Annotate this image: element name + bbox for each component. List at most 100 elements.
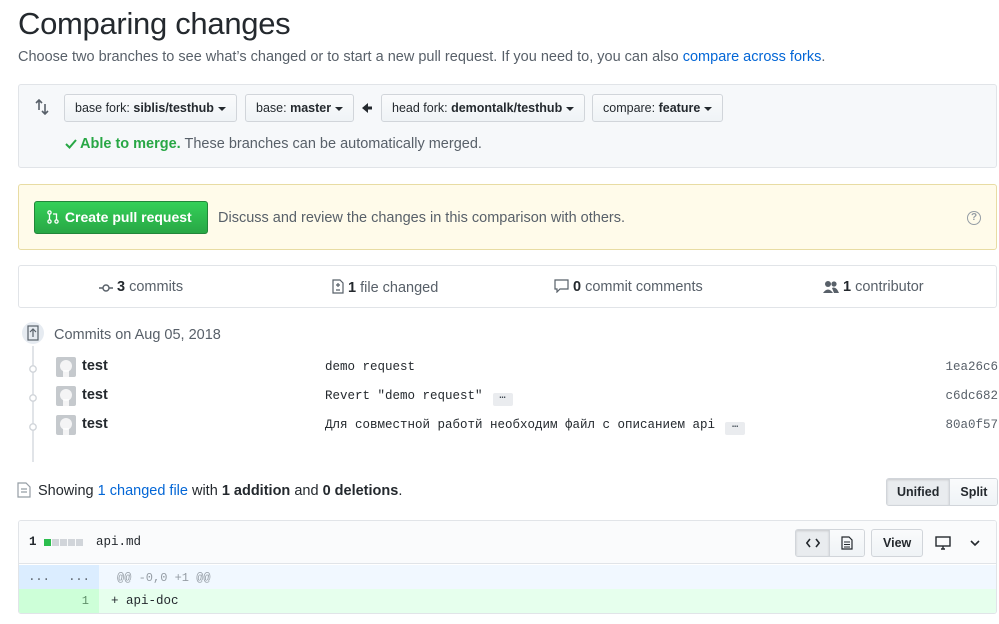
create-pull-request-button[interactable]: Create pull request xyxy=(34,201,208,234)
old-line-number xyxy=(19,589,59,613)
commit-author[interactable]: test xyxy=(82,416,108,432)
commit-message-link[interactable]: Revert "demo request" xyxy=(325,389,483,403)
create-pull-request-label: Create pull request xyxy=(64,209,192,225)
compare-across-forks-link[interactable]: compare across forks xyxy=(683,49,822,65)
files-label: file changed xyxy=(360,280,439,296)
and-text: and xyxy=(294,483,319,499)
commits-count-tab[interactable]: 3 commits xyxy=(99,279,183,295)
new-line-number[interactable]: 1 xyxy=(59,589,99,613)
changed-files-link[interactable]: 1 changed file xyxy=(98,483,188,499)
file-header: 1 api.md View xyxy=(19,521,996,564)
avatar[interactable] xyxy=(56,357,76,377)
hunk-expand-left[interactable]: ... xyxy=(19,565,59,589)
base-fork-select[interactable]: base fork: siblis/testhub xyxy=(64,94,237,122)
hunk-header: @@ -0,0 +1 @@ xyxy=(117,571,211,585)
code-icon xyxy=(805,538,820,548)
commit-sha[interactable]: 80a0f57 xyxy=(945,418,998,432)
commit-message-link[interactable]: demo request xyxy=(325,360,415,374)
head-fork-select[interactable]: head fork: demontalk/testhub xyxy=(381,94,586,122)
chevron-down-icon[interactable] xyxy=(969,537,981,549)
commit-dot-icon xyxy=(29,365,37,373)
compare-branch-select[interactable]: compare: feature xyxy=(592,94,724,122)
diffstat-neutral-block xyxy=(76,539,83,546)
hunk-header-row: ... ... @@ -0,0 +1 @@ xyxy=(19,565,996,589)
base-fork-value: siblis/testhub xyxy=(133,101,214,115)
showing-text: Showing xyxy=(38,483,94,499)
commit-author[interactable]: test xyxy=(82,358,108,374)
file-name-link[interactable]: api.md xyxy=(96,535,141,549)
subtitle-end: . xyxy=(821,49,826,65)
file-diff-icon xyxy=(332,279,344,294)
contributors-label: contributor xyxy=(855,279,924,295)
commit-message: Для совместной работй необходим файл с о… xyxy=(325,418,746,435)
arrow-left-icon xyxy=(362,103,372,113)
commit-dot-icon xyxy=(29,423,37,431)
create-pr-banner: Create pull request Discuss and review t… xyxy=(18,184,997,250)
git-pull-request-icon xyxy=(47,210,59,224)
expand-message-button[interactable]: … xyxy=(492,392,513,406)
files-changed-tab[interactable]: 1 file changed xyxy=(332,279,438,296)
file-icon xyxy=(17,482,31,498)
commit-message: Revert "demo request" … xyxy=(325,389,513,406)
view-file-button[interactable]: View xyxy=(871,529,924,557)
commit-dot-icon xyxy=(29,394,37,402)
unified-view-button[interactable]: Unified xyxy=(887,479,951,505)
file-diff: 1 api.md View ... ... @@ -0,0 +1 @@ 1 + … xyxy=(18,520,997,614)
avatar[interactable] xyxy=(56,386,76,406)
files-summary-end: . xyxy=(398,483,403,499)
chevron-down-icon xyxy=(335,106,344,111)
commit-message: demo request xyxy=(325,360,415,374)
git-commit-icon xyxy=(20,320,46,346)
base-branch-select[interactable]: base: master xyxy=(245,94,355,122)
addition-row: 1 + api-doc xyxy=(19,589,996,613)
chevron-down-icon xyxy=(217,106,226,111)
with-text: with xyxy=(191,483,218,499)
additions-count: 1 addition xyxy=(221,483,291,499)
merge-status: Able to merge. These branches can be aut… xyxy=(65,136,482,152)
commit-row: test Для совместной работй необходим файл… xyxy=(0,414,999,438)
help-icon[interactable]: ? xyxy=(967,211,981,225)
diff-count: 1 xyxy=(29,535,37,549)
commit-sha[interactable]: 1ea26c6 xyxy=(945,360,998,374)
added-line: + api-doc xyxy=(111,594,179,608)
contributors-count: 1 xyxy=(843,279,852,295)
files-count: 1 xyxy=(348,280,357,296)
diffstat-added-block xyxy=(44,539,51,546)
base-label: base: xyxy=(256,101,287,115)
expand-message-button[interactable]: … xyxy=(725,421,746,435)
diffstat-neutral-block xyxy=(60,539,67,546)
comparison-summary: 3 commits 1 file changed 0 commit commen… xyxy=(18,265,997,308)
base-value: master xyxy=(290,101,332,115)
page-subtitle: Choose two branches to see what’s change… xyxy=(18,49,825,65)
deletions-count: 0 deletions xyxy=(322,483,399,499)
compare-arrows-icon[interactable] xyxy=(34,99,50,115)
files-summary: Showing 1 changed file with 1 addition a… xyxy=(38,483,402,499)
diffstat-neutral-block xyxy=(52,539,59,546)
range-editor: base fork: siblis/testhub base: master h… xyxy=(18,84,997,168)
merge-ok-text: Able to merge. xyxy=(80,136,181,152)
commit-comments-tab[interactable]: 0 commit comments xyxy=(554,279,703,295)
rich-diff-button[interactable] xyxy=(830,530,864,556)
diff-view-toggle: Unified Split xyxy=(886,478,999,506)
hunk-expand-right[interactable]: ... xyxy=(59,565,99,589)
diffstat-neutral-block xyxy=(68,539,75,546)
commit-author[interactable]: test xyxy=(82,387,108,403)
split-view-button[interactable]: Split xyxy=(950,479,998,505)
comments-count: 0 xyxy=(573,279,582,295)
contributors-tab[interactable]: 1 contributor xyxy=(823,279,924,295)
head-fork-value: demontalk/testhub xyxy=(451,101,563,115)
commit-sha[interactable]: c6dc682 xyxy=(945,389,998,403)
source-diff-button[interactable] xyxy=(796,530,830,556)
comments-label: commit comments xyxy=(585,279,703,295)
head-fork-label: head fork: xyxy=(392,101,448,115)
compare-value: feature xyxy=(658,101,701,115)
check-icon xyxy=(65,139,77,149)
commit-message-link[interactable]: Для совместной работй необходим файл с о… xyxy=(325,418,715,432)
subtitle-text: Choose two branches to see what’s change… xyxy=(18,49,679,65)
avatar[interactable] xyxy=(56,415,76,435)
file-text-icon xyxy=(841,536,853,550)
compare-label: compare: xyxy=(603,101,656,115)
desktop-icon[interactable] xyxy=(935,535,951,551)
comment-icon xyxy=(554,279,569,294)
people-icon xyxy=(823,281,839,293)
